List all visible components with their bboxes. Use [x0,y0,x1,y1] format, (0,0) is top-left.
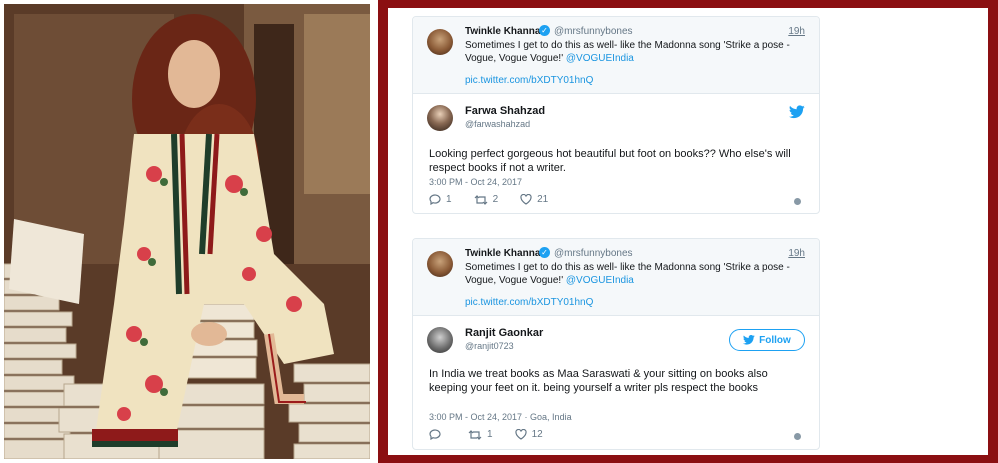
tweet-text: Looking perfect gorgeous hot beautiful b… [429,148,791,174]
retweet-button[interactable]: 2 [474,194,499,205]
twitter-bird-icon[interactable] [789,105,805,119]
reply-button[interactable]: 1 [429,194,452,205]
tweet-card-farwa[interactable]: Twinkle Khanna ✓ @mrsfunnybones 19h Some… [412,16,820,214]
heart-icon [520,194,532,205]
quoted-author-handle[interactable]: @mrsfunnybones [554,26,633,37]
quoted-author-name[interactable]: Twinkle Khanna [465,248,540,259]
info-icon[interactable] [794,198,801,205]
photo-panel [4,4,370,459]
mention-link[interactable]: @VOGUEIndia [566,275,634,286]
author-handle[interactable]: @ranjit0723 [465,341,514,351]
like-button[interactable]: 12 [514,429,543,440]
retweet-count: 1 [487,429,493,440]
tweets-panel: Twinkle Khanna ✓ @mrsfunnybones 19h Some… [388,8,988,455]
tweets-frame: Twinkle Khanna ✓ @mrsfunnybones 19h Some… [378,0,998,463]
verified-icon: ✓ [539,247,550,258]
twitter-bird-icon [743,335,755,345]
tweet-timestamp[interactable]: 3:00 PM - Oct 24, 2017 [429,177,522,187]
avatar[interactable] [427,327,453,353]
reply-button[interactable] [429,429,446,440]
retweet-count: 2 [492,194,499,205]
quoted-author-name[interactable]: Twinkle Khanna [465,26,540,37]
like-count: 12 [531,429,543,440]
info-icon[interactable] [794,433,801,440]
retweet-icon [474,194,487,205]
author-name[interactable]: Farwa Shahzad [465,105,545,117]
quoted-text: Sometimes I get to do this as well- like… [465,39,805,65]
quoted-time[interactable]: 19h [788,26,805,37]
quoted-tweet[interactable]: Twinkle Khanna ✓ @mrsfunnybones 19h Some… [413,239,819,316]
quoted-time[interactable]: 19h [788,248,805,259]
quoted-author-handle[interactable]: @mrsfunnybones [554,248,633,259]
reply-icon [429,429,441,440]
tweet-timestamp[interactable]: 3:00 PM - Oct 24, 2017 · Goa, India [429,412,572,422]
quoted-text: Sometimes I get to do this as well- like… [465,261,805,287]
quoted-tweet[interactable]: Twinkle Khanna ✓ @mrsfunnybones 19h Some… [413,17,819,94]
quoted-avatar[interactable] [427,251,453,277]
author-name[interactable]: Ranjit Gaonkar [465,327,543,339]
tweet-actions: 1 12 [429,429,543,440]
reply-icon [429,194,441,205]
tweet-card-ranjit[interactable]: Twinkle Khanna ✓ @mrsfunnybones 19h Some… [412,238,820,450]
mention-link[interactable]: @VOGUEIndia [566,53,634,64]
tweet-text: In India we treat books as Maa Saraswati… [429,368,768,394]
retweet-icon [468,429,482,440]
follow-button[interactable]: Follow [729,329,805,351]
quoted-avatar[interactable] [427,29,453,55]
like-count: 21 [537,194,549,205]
author-handle[interactable]: @farwashahzad [465,119,530,129]
verified-icon: ✓ [539,25,550,36]
tweet-actions: 1 2 21 [429,194,548,205]
pic-link[interactable]: pic.twitter.com/bXDTY01hnQ [465,297,593,308]
like-button[interactable]: 21 [520,194,548,205]
follow-label: Follow [759,334,791,346]
woman-on-books-photo [4,4,370,459]
reply-count: 1 [446,194,452,205]
pic-link[interactable]: pic.twitter.com/bXDTY01hnQ [465,75,593,86]
heart-icon [514,429,527,440]
retweet-button[interactable]: 1 [468,429,493,440]
avatar[interactable] [427,105,453,131]
